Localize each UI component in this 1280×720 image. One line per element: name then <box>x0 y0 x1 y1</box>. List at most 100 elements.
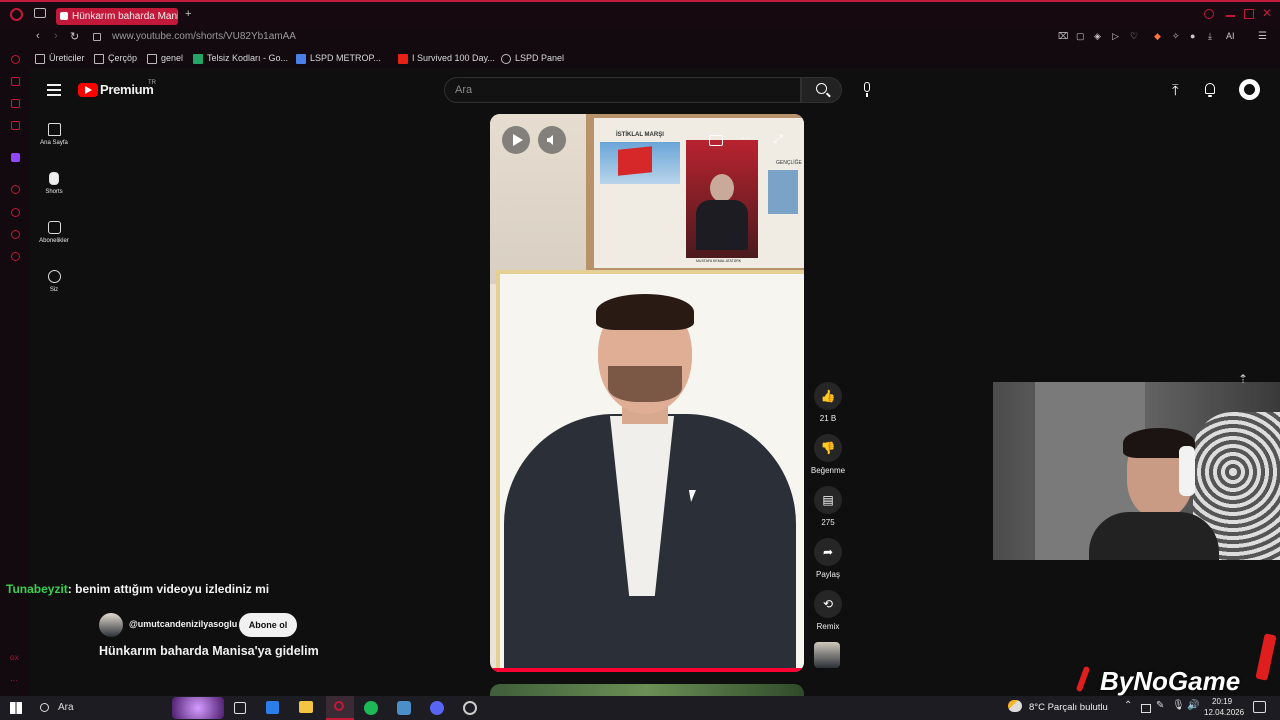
search-input[interactable]: Ara <box>444 77 801 103</box>
nav-item-home[interactable]: Ana Sayfa <box>34 123 74 146</box>
upload-icon[interactable]: ⤒ <box>1172 82 1179 99</box>
globe-icon <box>501 53 511 64</box>
sidebar-more-icon[interactable]: ··· <box>10 676 18 685</box>
tray-window-icon[interactable] <box>1141 704 1151 713</box>
search-tabs-icon[interactable] <box>1204 9 1214 19</box>
like-button[interactable]: 👍 21 B <box>810 382 846 423</box>
sound-thumbnail[interactable] <box>814 642 840 668</box>
account-icon[interactable]: ● <box>1190 31 1195 41</box>
watermark-exclaim-icon <box>1255 633 1277 681</box>
download-icon[interactable]: ⤓ <box>1208 31 1212 42</box>
play-button[interactable] <box>502 126 530 154</box>
notifications-bell-icon[interactable] <box>1203 82 1217 97</box>
sidebar-extensions-icon[interactable] <box>11 230 20 239</box>
opera-logo-icon[interactable] <box>10 8 23 21</box>
sidebar-shop-icon[interactable] <box>11 77 20 86</box>
sidebar-refresh-icon[interactable] <box>11 55 20 64</box>
progress-bar[interactable] <box>490 668 804 672</box>
fox-extension-icon[interactable]: ◆ <box>1154 31 1161 42</box>
minimize-icon[interactable] <box>1226 15 1235 17</box>
explorer-icon[interactable] <box>299 701 313 713</box>
tray-volume-icon[interactable]: 🔊 <box>1187 700 1199 711</box>
tray-pen-icon[interactable]: ✎ <box>1156 700 1164 711</box>
dislike-button[interactable]: 👎 Beğenme <box>810 434 846 475</box>
clock-time[interactable]: 20:19 <box>1212 697 1232 706</box>
play-icon[interactable]: ▷ <box>1112 31 1119 42</box>
weather-text[interactable]: 8°C Parçalı bulutlu <box>1029 702 1108 713</box>
nav-item-you[interactable]: Siz <box>34 270 74 293</box>
video-title[interactable]: Hünkarım baharda Manisa'ya gidelim <box>99 644 319 658</box>
remix-label: Remix <box>816 622 840 631</box>
reload-icon[interactable]: ↻ <box>70 30 79 43</box>
maximize-icon[interactable] <box>1244 9 1254 19</box>
bookmark-link[interactable]: I Survived 100 Day... <box>398 53 495 64</box>
taskbar-search[interactable]: Ara <box>58 702 74 713</box>
browser-tab[interactable]: Hünkarım baharda Manisa' <box>56 8 178 25</box>
bookmark-folder[interactable]: Üreticiler <box>35 53 85 64</box>
nav-item-shorts[interactable]: Shorts <box>34 172 74 195</box>
shorts-video-player[interactable]: İSTİKLAL MARŞI MUSTAFA KEMAL ATATÜRK GEN… <box>490 114 804 672</box>
close-icon[interactable]: ✕ <box>1262 6 1272 20</box>
share-button[interactable]: ➦ Paylaş <box>810 538 846 579</box>
sidebar-settings-icon[interactable] <box>11 252 20 261</box>
subscriptions-icon <box>47 221 61 234</box>
extensions-icon[interactable]: ✧ <box>1172 31 1180 42</box>
discord-icon[interactable] <box>430 701 444 715</box>
bookmark-link[interactable]: LSPD Panel <box>501 53 564 64</box>
opera-gx-taskbar-icon[interactable] <box>326 696 354 720</box>
person-hair <box>596 294 694 330</box>
search-button[interactable] <box>801 77 842 103</box>
tray-chevron-icon[interactable]: ⌃ <box>1124 700 1132 711</box>
screenshot-icon[interactable]: ▢ <box>1076 31 1085 42</box>
easy-setup-icon[interactable]: ☰ <box>1258 31 1267 42</box>
forward-icon[interactable]: › <box>54 30 58 42</box>
weather-icon[interactable] <box>1008 700 1022 712</box>
taskbar-widget-image[interactable] <box>172 697 224 719</box>
bookmark-folder[interactable]: genel <box>147 53 183 64</box>
nav-item-subscriptions[interactable]: Abonelikler <box>34 221 74 244</box>
store-icon[interactable] <box>266 701 279 714</box>
lock-icon[interactable] <box>93 33 101 41</box>
aria-ai-button[interactable]: AI <box>1226 31 1235 41</box>
captions-icon[interactable] <box>709 135 723 146</box>
channel-avatar[interactable] <box>99 613 123 637</box>
fullscreen-icon[interactable]: ⤢ <box>773 132 783 147</box>
sidebar-messenger-icon[interactable] <box>11 99 20 108</box>
clock-date[interactable]: 12.04.2026 <box>1204 708 1244 717</box>
sidebar-player-icon[interactable] <box>11 185 20 194</box>
spotify-icon[interactable] <box>364 701 378 715</box>
sidebar-twitch-icon[interactable] <box>11 153 20 162</box>
shield-icon[interactable]: ◈ <box>1094 31 1101 42</box>
sidebar-gx-icon[interactable]: GX <box>10 656 19 662</box>
hamburger-menu-icon[interactable] <box>47 84 61 96</box>
notification-center-icon[interactable] <box>1253 701 1266 713</box>
channel-name[interactable]: @umutcandenizilyasoglu <box>129 619 237 629</box>
tab-switcher-icon[interactable] <box>34 8 46 18</box>
bookmark-link[interactable]: LSPD METROP... <box>296 53 381 64</box>
more-options-icon[interactable]: ··· <box>741 130 751 144</box>
scroll-up-icon[interactable]: ⇡ <box>1238 372 1248 386</box>
url-field[interactable]: www.youtube.com/shorts/VU82Yb1amAA <box>112 31 296 42</box>
windows-start-icon[interactable] <box>10 702 22 714</box>
bookmark-link[interactable]: Telsiz Kodları - Go... <box>193 53 288 64</box>
steam-icon[interactable] <box>397 701 411 715</box>
tray-mic-icon[interactable]: 🎙 <box>1172 700 1185 711</box>
sidebar-game-icon[interactable] <box>11 121 20 130</box>
volume-button[interactable] <box>538 126 566 154</box>
sidebar-history-icon[interactable] <box>11 208 20 217</box>
task-view-icon[interactable] <box>234 702 246 714</box>
comments-button[interactable]: ▤ 275 <box>810 486 846 527</box>
subscribe-button[interactable]: Abone ol <box>239 613 297 637</box>
volume-icon <box>547 135 553 145</box>
bookmark-folder[interactable]: Çerçöp <box>94 53 137 64</box>
avatar[interactable] <box>1239 79 1260 100</box>
obs-icon[interactable] <box>463 701 477 715</box>
back-icon[interactable]: ‹ <box>36 30 40 42</box>
remix-button[interactable]: ⟲ Remix <box>810 590 846 631</box>
taskbar-search-icon[interactable] <box>40 703 49 712</box>
voice-search-icon[interactable] <box>860 82 874 98</box>
new-tab-icon[interactable]: + <box>185 8 191 20</box>
heart-icon[interactable]: ♡ <box>1130 31 1138 42</box>
snapshot-icon[interactable]: ⌧ <box>1058 31 1068 42</box>
next-video-preview[interactable] <box>490 684 804 696</box>
